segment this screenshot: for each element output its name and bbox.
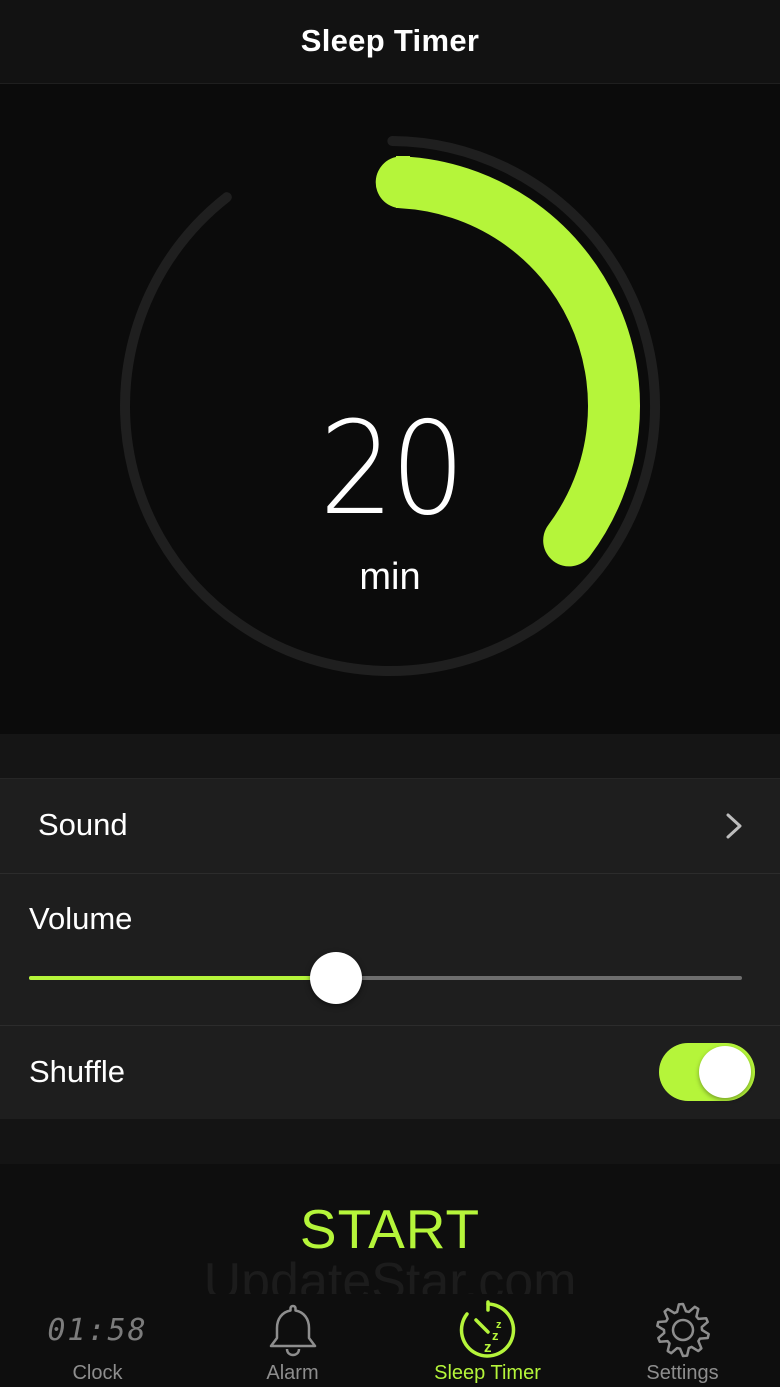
settings-group: Sound Volume Shuffle	[0, 778, 780, 1120]
tab-settings-label: Settings	[646, 1362, 719, 1384]
shuffle-row: Shuffle	[0, 1026, 780, 1120]
tab-alarm-label: Alarm	[266, 1362, 319, 1384]
sound-label: Sound	[38, 807, 128, 842]
svg-text:z: z	[492, 1328, 499, 1343]
sound-row[interactable]: Sound	[0, 779, 780, 874]
gear-teeth	[655, 1302, 710, 1358]
shuffle-toggle-knob	[699, 1046, 751, 1098]
sleep-timer-icon: z z z	[390, 1300, 585, 1360]
volume-slider-thumb[interactable]	[310, 952, 362, 1004]
timer-value-text: 20	[318, 395, 465, 544]
section-spacer	[0, 734, 780, 778]
shuffle-label: Shuffle	[29, 1054, 125, 1089]
start-button[interactable]: START	[240, 1194, 540, 1264]
page-title: Sleep Timer	[300, 23, 480, 58]
tab-clock-label: Clock	[72, 1362, 123, 1384]
tab-sleep-timer[interactable]: z z z Sleep Timer	[390, 1294, 585, 1387]
digital-clock-icon: 01:58	[0, 1300, 195, 1360]
shuffle-toggle[interactable]	[659, 1043, 755, 1101]
volume-row: Volume	[0, 874, 780, 1026]
svg-text:z: z	[484, 1339, 492, 1356]
tab-settings[interactable]: Settings	[585, 1294, 780, 1387]
tab-bar: 01:58 Clock Alarm z z z Sleep Timer Sett…	[0, 1294, 780, 1387]
dial-start-cap	[396, 156, 410, 208]
clock-time-readout: 01:58	[47, 1312, 148, 1348]
tab-alarm[interactable]: Alarm	[195, 1294, 390, 1387]
section-spacer-bottom	[0, 1119, 780, 1164]
chevron-right-icon	[726, 813, 742, 839]
volume-label: Volume	[29, 901, 133, 936]
tab-sleep-timer-label: Sleep Timer	[434, 1362, 541, 1384]
gear-icon	[585, 1300, 780, 1360]
bell-icon	[195, 1300, 390, 1360]
tab-clock[interactable]: 01:58 Clock	[0, 1294, 195, 1387]
nav-bar: Sleep Timer	[0, 0, 780, 84]
timer-dial-area: 20 min	[0, 84, 780, 734]
timer-value: 20	[0, 406, 780, 534]
timer-unit: min	[359, 556, 421, 598]
volume-slider[interactable]	[29, 952, 742, 1004]
start-area: START	[0, 1164, 780, 1294]
volume-slider-fill	[29, 976, 336, 980]
